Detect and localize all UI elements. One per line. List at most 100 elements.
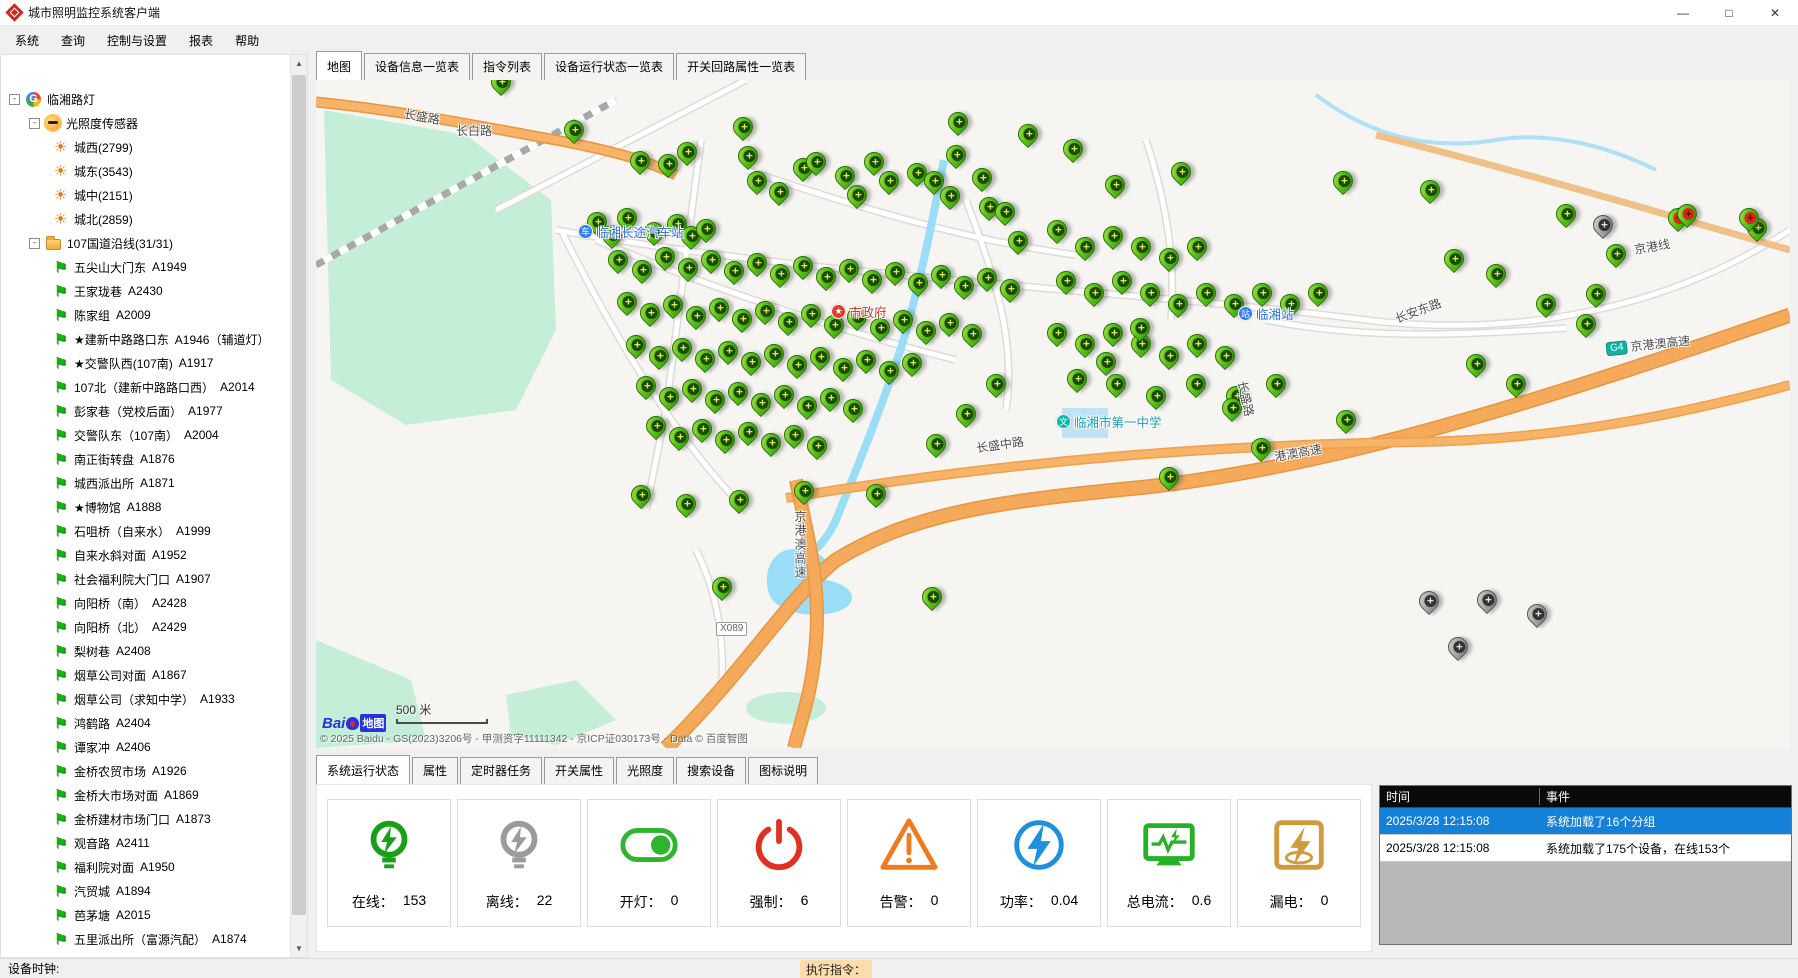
main-tab-2[interactable]: 指令列表 — [472, 53, 542, 80]
tree-item[interactable]: ⚑向阳桥（南）A2428 — [1, 591, 290, 615]
event-row[interactable]: 2025/3/28 12:15:08系统加载了16个分组 — [1380, 808, 1791, 835]
tree-item[interactable]: ⚑谭家冲A2406 — [1, 735, 290, 759]
minimize-button[interactable]: — — [1660, 0, 1706, 25]
tree-item-code: A2004 — [184, 428, 219, 442]
map-label-text: 临湘市第一中学 — [1074, 412, 1162, 431]
tree-item-label: ★博物馆 — [74, 499, 121, 516]
tree-item-code: A1897 — [176, 956, 211, 957]
scrollbar-thumb[interactable] — [292, 75, 306, 915]
device-icon: ⚑ — [53, 378, 68, 396]
device-icon: ⚑ — [53, 858, 68, 876]
tree-item[interactable]: ⚑五尖山大门东A1949 — [1, 255, 290, 279]
tree-item[interactable]: ⚑107北（建新中路路口西）A2014 — [1, 375, 290, 399]
main-tab-3[interactable]: 设备运行状态一览表 — [544, 53, 674, 80]
tree-item-code: A1933 — [200, 692, 235, 706]
tree-item[interactable]: ⚑金桥建材市场门口A1873 — [1, 807, 290, 831]
tree-item[interactable]: ⚑自来水斜对面A1952 — [1, 543, 290, 567]
tree-item[interactable]: ⚑烟草公司对面A1867 — [1, 663, 290, 687]
tree-item[interactable]: ⚑陈家组A2009 — [1, 303, 290, 327]
bottom-tab-2[interactable]: 定时器任务 — [460, 757, 542, 784]
device-icon: ⚑ — [53, 330, 68, 348]
tree-item[interactable]: ⚑梨树巷A2408 — [1, 639, 290, 663]
tree-item[interactable]: ⚑南正街转盘A1876 — [1, 447, 290, 471]
tree-expander-icon[interactable]: - — [9, 94, 20, 105]
map-copyright: © 2025 Baidu - GS(2023)3206号 - 甲测资字11111… — [320, 731, 748, 746]
map-label-text: X089 — [716, 622, 747, 636]
tree-item-code: A1946（辅道灯） — [175, 331, 270, 348]
tree-item[interactable]: ⚑★交警队西(107南)A1917 — [1, 351, 290, 375]
bottom-tab-5[interactable]: 搜索设备 — [676, 757, 746, 784]
tree-item[interactable]: ⚑王家珑巷A2430 — [1, 279, 290, 303]
sidebar: -G临湘路灯-光照度传感器☀城西(2799)☀城东(3543)☀城中(2151)… — [0, 54, 308, 958]
tree-item[interactable]: ⚑中石化加油站对面A1897 — [1, 951, 290, 957]
tree-item[interactable]: ☀城西(2799) — [1, 135, 290, 159]
sidebar-scrollbar[interactable]: ▲ ▼ — [290, 55, 307, 957]
bottom-tab-3[interactable]: 开关属性 — [544, 757, 614, 784]
tree-item[interactable]: ⚑烟草公司（求知中学）A1933 — [1, 687, 290, 711]
tree-item[interactable]: ⚑福利院对面A1950 — [1, 855, 290, 879]
maximize-button[interactable]: □ — [1706, 0, 1752, 25]
scroll-down-icon[interactable]: ▼ — [291, 940, 307, 957]
tree-item-label: 观音路 — [74, 835, 110, 852]
tree-item[interactable]: ⚑交警队东（107南）A2004 — [1, 423, 290, 447]
menu-item-2[interactable]: 控制与设置 — [96, 27, 178, 54]
device-icon: ⚑ — [53, 834, 68, 852]
tree-item[interactable]: ⚑★建新中路路口东A1946（辅道灯） — [1, 327, 290, 351]
device-icon: ⚑ — [53, 786, 68, 804]
tree-item[interactable]: -光照度传感器 — [1, 111, 290, 135]
menu-item-3[interactable]: 报表 — [178, 27, 224, 54]
stat-value: 0.04 — [1051, 892, 1078, 912]
menu-item-4[interactable]: 帮助 — [224, 27, 270, 54]
device-icon: ⚑ — [53, 714, 68, 732]
tree-item[interactable]: ⚑五里派出所（富源汽配）A1874 — [1, 927, 290, 951]
tree-item[interactable]: -107国道沿线(31/31) — [1, 231, 290, 255]
tree-item[interactable]: ☀城中(2151) — [1, 183, 290, 207]
leakage-icon — [1268, 814, 1330, 876]
tree-item[interactable]: ⚑观音路A2411 — [1, 831, 290, 855]
tree-item[interactable]: ☀城东(3543) — [1, 159, 290, 183]
stat-label: 强制： — [750, 892, 792, 912]
tree-item[interactable]: ⚑★博物馆A1888 — [1, 495, 290, 519]
main-tab-0[interactable]: 地图 — [316, 51, 362, 80]
tree-item[interactable]: ⚑鸿鹤路A2404 — [1, 711, 290, 735]
tree-item-label: 交警队东（107南） — [74, 427, 178, 444]
tree-expander-icon[interactable]: - — [29, 118, 40, 129]
event-row[interactable]: 2025/3/28 12:15:08系统加载了175个设备，在线153个 — [1380, 835, 1791, 862]
train-icon: 站 — [1238, 306, 1253, 321]
tree-item[interactable]: ⚑社会福利院大门口A1907 — [1, 567, 290, 591]
tree-item[interactable]: ⚑彭家巷（党校后面）A1977 — [1, 399, 290, 423]
stat-card-power: 功率： 0.04 — [977, 799, 1101, 927]
bottom-tab-1[interactable]: 属性 — [412, 757, 458, 784]
tree-item-code: A1888 — [127, 500, 162, 514]
tree-item[interactable]: ⚑城西派出所A1871 — [1, 471, 290, 495]
map-canvas[interactable]: 长盛路长白路车临湘长途汽车站★市政府站临湘站长安东路京港线G4京港澳高速文临湘市… — [316, 80, 1790, 748]
tree-item[interactable]: ⚑芭茅塘A2015 — [1, 903, 290, 927]
stat-label: 功率： — [1000, 892, 1042, 912]
tree-item[interactable]: ☀城北(2859) — [1, 207, 290, 231]
tree-item-label: 烟草公司对面 — [74, 667, 146, 684]
warning-triangle-icon — [878, 814, 940, 876]
tree-item[interactable]: ⚑金桥大市场对面A1869 — [1, 783, 290, 807]
tree-item[interactable]: ⚑汽贸城A1894 — [1, 879, 290, 903]
main-tab-4[interactable]: 开关回路属性一览表 — [676, 53, 806, 80]
bottom-tab-0[interactable]: 系统运行状态 — [316, 755, 410, 784]
scroll-up-icon[interactable]: ▲ — [291, 55, 307, 72]
menu-item-1[interactable]: 查询 — [50, 27, 96, 54]
bottom-tab-4[interactable]: 光照度 — [616, 757, 674, 784]
map-scale-bar — [396, 719, 488, 724]
device-icon: ⚑ — [53, 906, 68, 924]
tree-item[interactable]: -G临湘路灯 — [1, 87, 290, 111]
tree-expander-icon[interactable]: - — [29, 238, 40, 249]
stat-card-online: 在线：153 — [327, 799, 451, 927]
menu-item-0[interactable]: 系统 — [4, 27, 50, 54]
device-icon: ⚑ — [53, 354, 68, 372]
close-button[interactable]: ✕ — [1752, 0, 1798, 25]
tree-item[interactable]: ⚑石咀桥（自来水）A1999 — [1, 519, 290, 543]
tree-item[interactable]: ⚑金桥农贸市场A1926 — [1, 759, 290, 783]
tree-item-label: 梨树巷 — [74, 643, 110, 660]
main-tab-1[interactable]: 设备信息一览表 — [364, 53, 470, 80]
bottom-tab-6[interactable]: 图标说明 — [748, 757, 818, 784]
stat-value: 0 — [671, 892, 679, 912]
gov-icon: ★ — [831, 304, 846, 319]
tree-item[interactable]: ⚑向阳桥（北）A2429 — [1, 615, 290, 639]
